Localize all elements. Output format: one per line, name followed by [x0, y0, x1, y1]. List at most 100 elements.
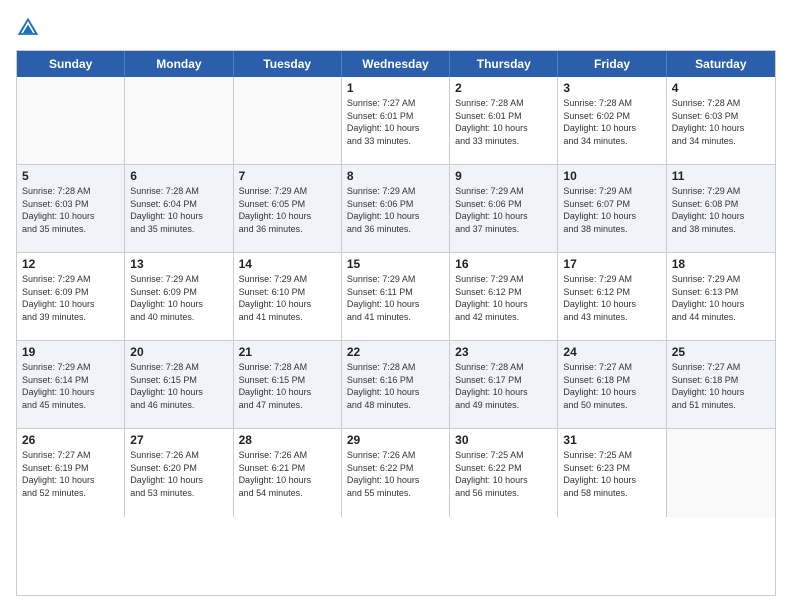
calendar-week: 26 Sunrise: 7:27 AM Sunset: 6:19 PM Dayli… — [17, 429, 775, 517]
calendar-cell — [667, 429, 775, 517]
day-info: Sunrise: 7:26 AM Sunset: 6:21 PM Dayligh… — [239, 449, 336, 499]
day-number: 24 — [563, 345, 660, 359]
calendar-cell: 4Sunrise: 7:28 AM Sunset: 6:03 PM Daylig… — [667, 77, 775, 164]
day-info: Sunrise: 7:29 AM Sunset: 6:09 PM Dayligh… — [22, 273, 119, 323]
day-info: Sunrise: 7:29 AM Sunset: 6:13 PM Dayligh… — [672, 273, 770, 323]
day-info: Sunrise: 7:28 AM Sunset: 6:15 PM Dayligh… — [239, 361, 336, 411]
calendar-cell: 21 Sunrise: 7:28 AM Sunset: 6:15 PM Dayli… — [234, 341, 342, 428]
weekday-header: Monday — [125, 51, 233, 77]
calendar-cell: 3Sunrise: 7:28 AM Sunset: 6:02 PM Daylig… — [558, 77, 666, 164]
day-info: Sunrise: 7:29 AM Sunset: 6:10 PM Dayligh… — [239, 273, 336, 323]
logo-icon — [16, 16, 40, 40]
calendar-cell: 22 Sunrise: 7:28 AM Sunset: 6:16 PM Dayli… — [342, 341, 450, 428]
calendar-cell: 1 Sunrise: 7:27 AM Sunset: 6:01 PM Daylig… — [342, 77, 450, 164]
day-info: Sunrise: 7:28 AM Sunset: 6:03 PM Dayligh… — [22, 185, 119, 235]
day-number: 26 — [22, 433, 119, 447]
day-number: 6 — [130, 169, 227, 183]
day-number: 22 — [347, 345, 444, 359]
day-info: Sunrise: 7:29 AM Sunset: 6:12 PM Dayligh… — [455, 273, 552, 323]
calendar-week: 12Sunrise: 7:29 AM Sunset: 6:09 PM Dayli… — [17, 253, 775, 341]
day-number: 27 — [130, 433, 227, 447]
weekday-header: Wednesday — [342, 51, 450, 77]
calendar-cell: 27 Sunrise: 7:26 AM Sunset: 6:20 PM Dayli… — [125, 429, 233, 517]
weekday-header: Saturday — [667, 51, 775, 77]
day-info: Sunrise: 7:27 AM Sunset: 6:01 PM Dayligh… — [347, 97, 444, 147]
calendar: SundayMondayTuesdayWednesdayThursdayFrid… — [16, 50, 776, 596]
day-info: Sunrise: 7:29 AM Sunset: 6:09 PM Dayligh… — [130, 273, 227, 323]
day-info: Sunrise: 7:28 AM Sunset: 6:01 PM Dayligh… — [455, 97, 552, 147]
weekday-header: Thursday — [450, 51, 558, 77]
day-number: 31 — [563, 433, 660, 447]
day-info: Sunrise: 7:29 AM Sunset: 6:07 PM Dayligh… — [563, 185, 660, 235]
calendar-cell: 30Sunrise: 7:25 AM Sunset: 6:22 PM Dayli… — [450, 429, 558, 517]
day-info: Sunrise: 7:27 AM Sunset: 6:19 PM Dayligh… — [22, 449, 119, 499]
calendar-cell: 31 Sunrise: 7:25 AM Sunset: 6:23 PM Dayli… — [558, 429, 666, 517]
calendar-cell: 25 Sunrise: 7:27 AM Sunset: 6:18 PM Dayli… — [667, 341, 775, 428]
header — [16, 16, 776, 40]
calendar-cell: 23 Sunrise: 7:28 AM Sunset: 6:17 PM Dayli… — [450, 341, 558, 428]
day-info: Sunrise: 7:28 AM Sunset: 6:16 PM Dayligh… — [347, 361, 444, 411]
calendar-cell: 29 Sunrise: 7:26 AM Sunset: 6:22 PM Dayli… — [342, 429, 450, 517]
day-number: 1 — [347, 81, 444, 95]
calendar-cell: 13 Sunrise: 7:29 AM Sunset: 6:09 PM Dayli… — [125, 253, 233, 340]
day-number: 13 — [130, 257, 227, 271]
calendar-week: 19 Sunrise: 7:29 AM Sunset: 6:14 PM Dayli… — [17, 341, 775, 429]
calendar-cell: 5Sunrise: 7:28 AM Sunset: 6:03 PM Daylig… — [17, 165, 125, 252]
day-number: 9 — [455, 169, 552, 183]
day-info: Sunrise: 7:29 AM Sunset: 6:06 PM Dayligh… — [347, 185, 444, 235]
day-number: 11 — [672, 169, 770, 183]
calendar-header-row: SundayMondayTuesdayWednesdayThursdayFrid… — [17, 51, 775, 77]
calendar-cell: 15Sunrise: 7:29 AM Sunset: 6:11 PM Dayli… — [342, 253, 450, 340]
calendar-cell: 19 Sunrise: 7:29 AM Sunset: 6:14 PM Dayli… — [17, 341, 125, 428]
day-info: Sunrise: 7:26 AM Sunset: 6:22 PM Dayligh… — [347, 449, 444, 499]
calendar-cell: 26 Sunrise: 7:27 AM Sunset: 6:19 PM Dayli… — [17, 429, 125, 517]
day-number: 17 — [563, 257, 660, 271]
weekday-header: Friday — [558, 51, 666, 77]
calendar-cell: 10 Sunrise: 7:29 AM Sunset: 6:07 PM Dayli… — [558, 165, 666, 252]
calendar-cell — [234, 77, 342, 164]
day-info: Sunrise: 7:29 AM Sunset: 6:06 PM Dayligh… — [455, 185, 552, 235]
calendar-cell: 24 Sunrise: 7:27 AM Sunset: 6:18 PM Dayli… — [558, 341, 666, 428]
day-info: Sunrise: 7:29 AM Sunset: 6:08 PM Dayligh… — [672, 185, 770, 235]
day-number: 21 — [239, 345, 336, 359]
day-number: 28 — [239, 433, 336, 447]
weekday-header: Sunday — [17, 51, 125, 77]
calendar-cell — [17, 77, 125, 164]
calendar-cell: 8Sunrise: 7:29 AM Sunset: 6:06 PM Daylig… — [342, 165, 450, 252]
calendar-cell: 17 Sunrise: 7:29 AM Sunset: 6:12 PM Dayli… — [558, 253, 666, 340]
day-info: Sunrise: 7:29 AM Sunset: 6:11 PM Dayligh… — [347, 273, 444, 323]
day-number: 2 — [455, 81, 552, 95]
day-info: Sunrise: 7:25 AM Sunset: 6:23 PM Dayligh… — [563, 449, 660, 499]
day-number: 18 — [672, 257, 770, 271]
day-info: Sunrise: 7:27 AM Sunset: 6:18 PM Dayligh… — [563, 361, 660, 411]
day-info: Sunrise: 7:26 AM Sunset: 6:20 PM Dayligh… — [130, 449, 227, 499]
weekday-header: Tuesday — [234, 51, 342, 77]
calendar-cell: 28 Sunrise: 7:26 AM Sunset: 6:21 PM Dayli… — [234, 429, 342, 517]
day-info: Sunrise: 7:29 AM Sunset: 6:12 PM Dayligh… — [563, 273, 660, 323]
calendar-cell: 11 Sunrise: 7:29 AM Sunset: 6:08 PM Dayli… — [667, 165, 775, 252]
day-number: 14 — [239, 257, 336, 271]
calendar-cell: 12Sunrise: 7:29 AM Sunset: 6:09 PM Dayli… — [17, 253, 125, 340]
calendar-cell: 2 Sunrise: 7:28 AM Sunset: 6:01 PM Daylig… — [450, 77, 558, 164]
day-info: Sunrise: 7:28 AM Sunset: 6:17 PM Dayligh… — [455, 361, 552, 411]
calendar-cell: 9 Sunrise: 7:29 AM Sunset: 6:06 PM Daylig… — [450, 165, 558, 252]
day-number: 10 — [563, 169, 660, 183]
day-number: 23 — [455, 345, 552, 359]
calendar-cell: 18 Sunrise: 7:29 AM Sunset: 6:13 PM Dayli… — [667, 253, 775, 340]
day-number: 25 — [672, 345, 770, 359]
calendar-cell — [125, 77, 233, 164]
day-number: 16 — [455, 257, 552, 271]
day-number: 29 — [347, 433, 444, 447]
day-info: Sunrise: 7:27 AM Sunset: 6:18 PM Dayligh… — [672, 361, 770, 411]
calendar-cell: 7 Sunrise: 7:29 AM Sunset: 6:05 PM Daylig… — [234, 165, 342, 252]
day-number: 19 — [22, 345, 119, 359]
day-info: Sunrise: 7:29 AM Sunset: 6:05 PM Dayligh… — [239, 185, 336, 235]
logo — [16, 16, 44, 40]
calendar-week: 5Sunrise: 7:28 AM Sunset: 6:03 PM Daylig… — [17, 165, 775, 253]
day-info: Sunrise: 7:25 AM Sunset: 6:22 PM Dayligh… — [455, 449, 552, 499]
calendar-cell: 6Sunrise: 7:28 AM Sunset: 6:04 PM Daylig… — [125, 165, 233, 252]
day-info: Sunrise: 7:29 AM Sunset: 6:14 PM Dayligh… — [22, 361, 119, 411]
page: SundayMondayTuesdayWednesdayThursdayFrid… — [0, 0, 792, 612]
calendar-week: 1 Sunrise: 7:27 AM Sunset: 6:01 PM Daylig… — [17, 77, 775, 165]
day-number: 7 — [239, 169, 336, 183]
